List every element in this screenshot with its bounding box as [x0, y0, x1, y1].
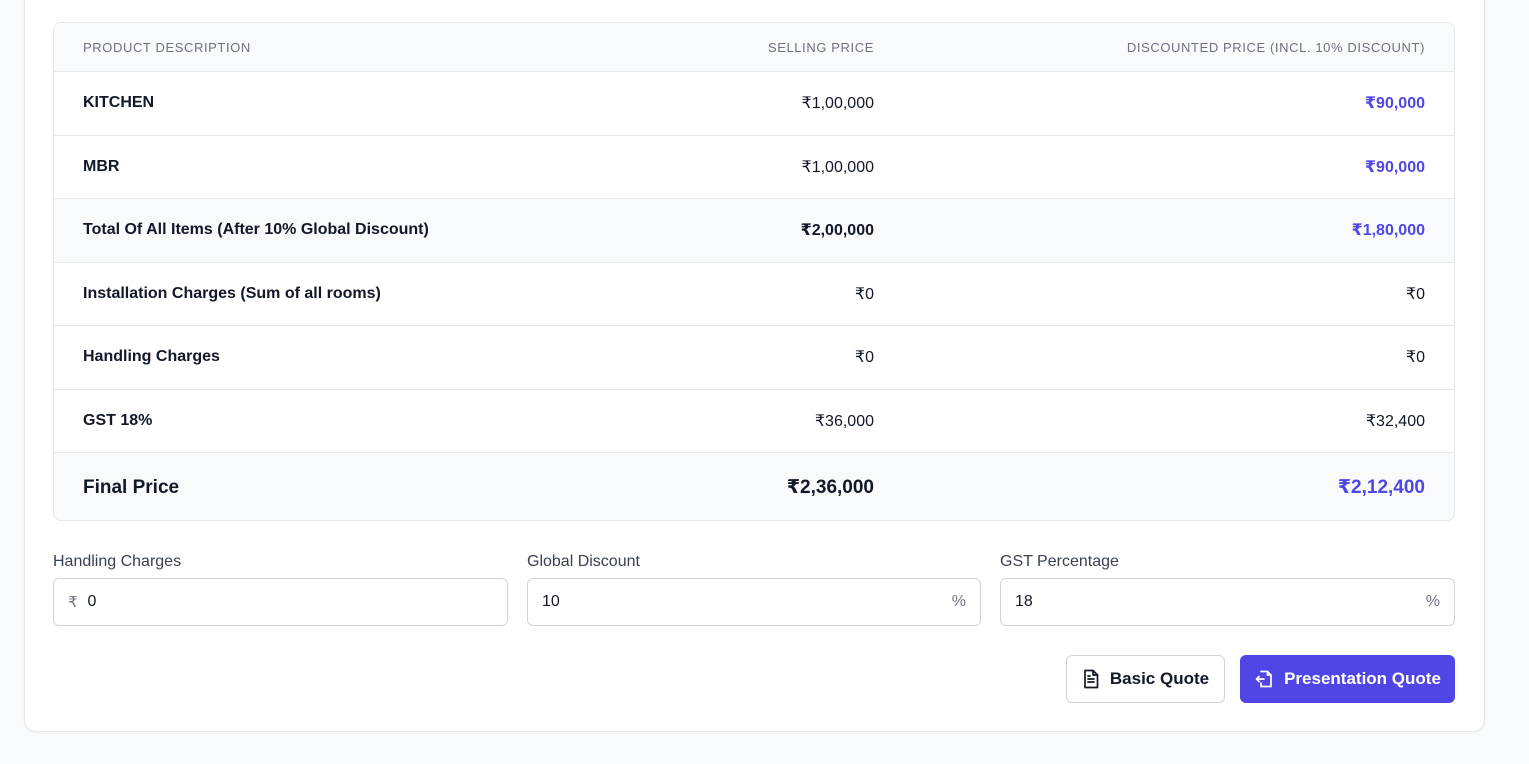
global-discount-input[interactable] — [542, 593, 882, 611]
header-discounted-price: DISCOUNTED PRICE (INCL. 10% DISCOUNT) — [1126, 39, 1425, 55]
final-discounted-price: ₹2,12,400 — [1337, 477, 1425, 498]
presentation-quote-label: Presentation Quote — [1284, 669, 1441, 688]
global-discount-input-box[interactable]: % — [527, 578, 981, 626]
row-selling-price: ₹1,00,000 — [801, 95, 874, 113]
gst-percentage-field: GST Percentage % — [1000, 552, 1455, 626]
header-product-description: PRODUCT DESCRIPTION — [83, 39, 251, 55]
table-header: PRODUCT DESCRIPTION SELLING PRICE DISCOU… — [54, 23, 1454, 72]
document-icon — [1082, 669, 1100, 689]
price-summary-table: PRODUCT DESCRIPTION SELLING PRICE DISCOU… — [53, 22, 1455, 521]
final-selling-price: ₹2,36,000 — [786, 477, 874, 498]
final-price-label: Final Price — [83, 476, 180, 498]
row-discounted-price: ₹0 — [1405, 285, 1425, 303]
row-label: Handling Charges — [83, 348, 220, 366]
table-row: Handling Charges ₹0 ₹0 — [54, 326, 1454, 390]
row-label: Total Of All Items (After 10% Global Dis… — [83, 221, 429, 239]
gst-percentage-label: GST Percentage — [1000, 553, 1119, 570]
handling-charges-input[interactable] — [87, 593, 428, 611]
gst-percentage-input[interactable] — [1015, 593, 1355, 611]
row-discounted-price: ₹90,000 — [1364, 95, 1425, 113]
basic-quote-label: Basic Quote — [1109, 669, 1210, 688]
row-label: KITCHEN — [83, 94, 155, 112]
rupee-prefix: ₹ — [68, 594, 78, 611]
row-discounted-price: ₹32,400 — [1365, 412, 1425, 430]
table-row: Installation Charges (Sum of all rooms) … — [54, 263, 1454, 326]
row-label: MBR — [83, 157, 120, 175]
percent-suffix: % — [1425, 593, 1440, 610]
row-discounted-price: ₹90,000 — [1364, 158, 1425, 176]
row-selling-price: ₹36,000 — [814, 412, 874, 430]
table-row: KITCHEN ₹1,00,000 ₹90,000 — [54, 72, 1454, 136]
row-discounted-price: ₹0 — [1405, 349, 1425, 367]
row-selling-price: ₹2,00,000 — [800, 222, 874, 240]
global-discount-field: Global Discount % — [527, 552, 981, 626]
table-row-final-price: Final Price ₹2,36,000 ₹2,12,400 — [54, 453, 1454, 520]
percent-suffix: % — [951, 593, 966, 610]
row-label: Installation Charges (Sum of all rooms) — [83, 284, 381, 302]
global-discount-label: Global Discount — [527, 553, 640, 570]
basic-quote-button[interactable]: Basic Quote — [1066, 655, 1225, 703]
presentation-quote-button[interactable]: Presentation Quote — [1240, 655, 1455, 703]
header-selling-price: SELLING PRICE — [767, 39, 874, 55]
table-row: MBR ₹1,00,000 ₹90,000 — [54, 136, 1454, 199]
table-row: GST 18% ₹36,000 ₹32,400 — [54, 390, 1454, 453]
handling-charges-input-box[interactable]: ₹ — [53, 578, 508, 626]
row-label: GST 18% — [83, 411, 153, 429]
row-selling-price: ₹0 — [854, 349, 874, 367]
file-export-icon — [1254, 669, 1274, 689]
handling-charges-label: Handling Charges — [53, 553, 182, 570]
row-discounted-price: ₹1,80,000 — [1351, 222, 1425, 240]
row-selling-price: ₹0 — [854, 285, 874, 303]
table-row-total: Total Of All Items (After 10% Global Dis… — [54, 199, 1454, 263]
gst-percentage-input-box[interactable]: % — [1000, 578, 1455, 626]
row-selling-price: ₹1,00,000 — [801, 158, 874, 176]
handling-charges-field: Handling Charges ₹ — [53, 552, 508, 626]
